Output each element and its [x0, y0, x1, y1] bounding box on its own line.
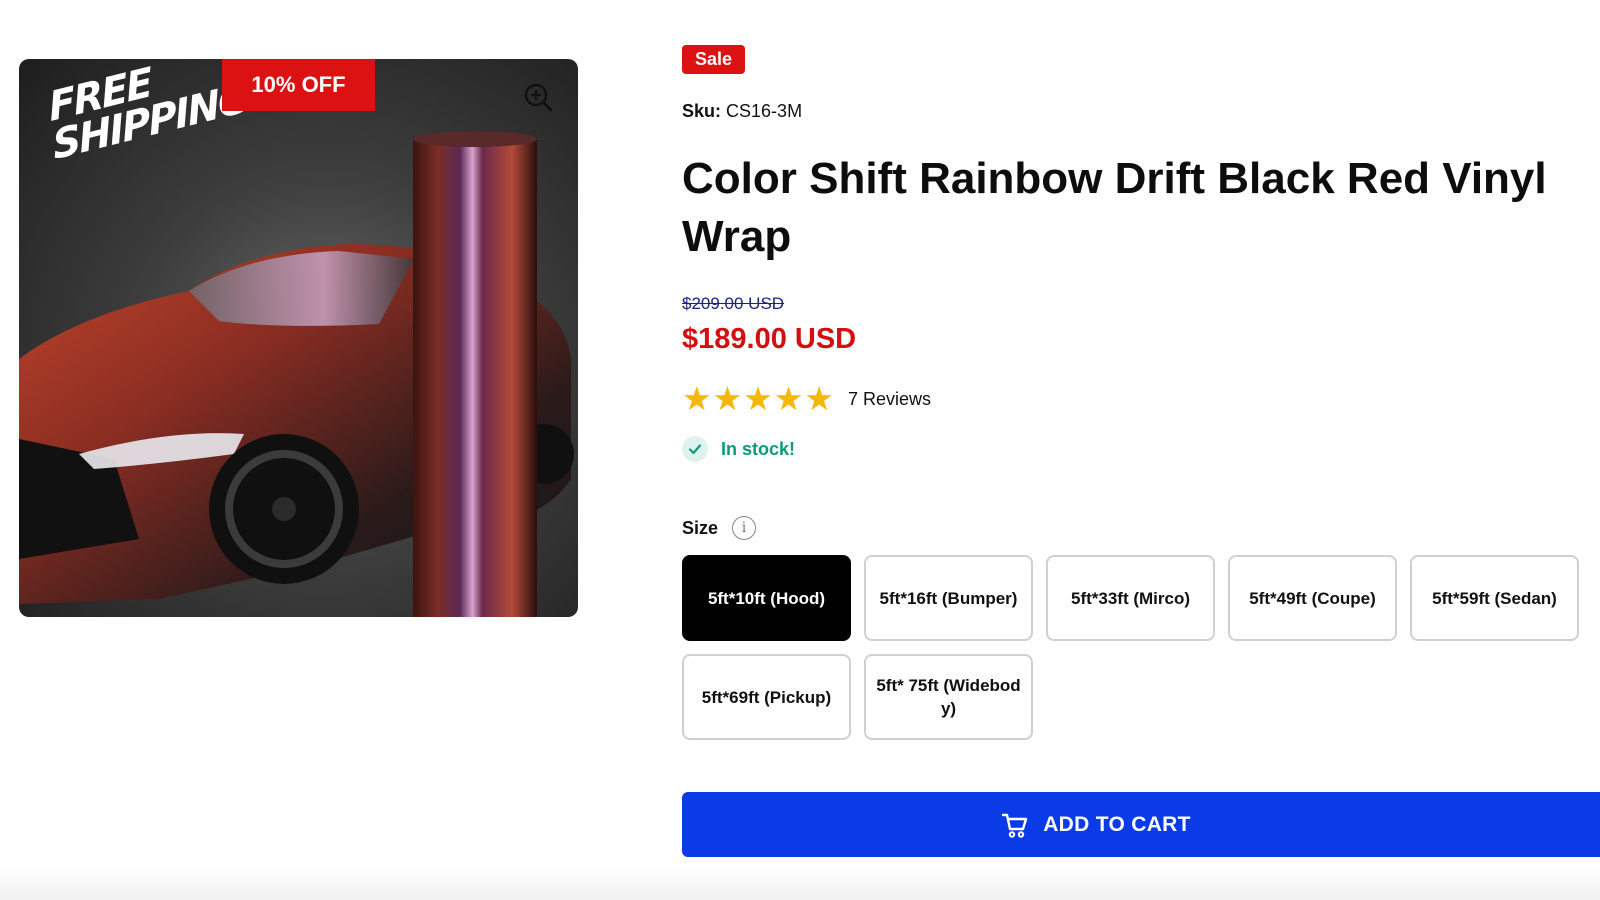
- cart-icon: [1001, 811, 1029, 839]
- size-option-pickup[interactable]: 5ft*69ft (Pickup): [682, 654, 851, 740]
- reviews-link[interactable]: 7 Reviews: [848, 389, 931, 410]
- add-to-cart-button[interactable]: ADD TO CART: [682, 792, 1600, 857]
- product-rating: ★ ★ ★ ★ ★ 7 Reviews: [682, 380, 931, 417]
- zoom-button[interactable]: [522, 81, 554, 113]
- discount-badge: 10% OFF: [222, 59, 375, 111]
- sale-price: $189.00 USD: [682, 323, 857, 355]
- size-label-row: Size i: [682, 516, 757, 540]
- star-rating: ★ ★ ★ ★ ★: [682, 380, 834, 417]
- size-option-hood[interactable]: 5ft*10ft (Hood): [682, 555, 851, 641]
- page-bottom-edge: [0, 866, 1600, 900]
- zoom-in-icon: [524, 83, 553, 112]
- star-icon: ★: [682, 380, 712, 417]
- sku-value: CS16-3M: [726, 101, 803, 121]
- add-to-cart-label: ADD TO CART: [1043, 812, 1191, 836]
- product-image[interactable]: FREE SHIPPING 10% OFF: [19, 59, 578, 617]
- sku-label: Sku:: [682, 101, 722, 121]
- star-icon: ★: [773, 380, 804, 417]
- stock-status: In stock!: [682, 436, 795, 462]
- size-option-mirco[interactable]: 5ft*33ft (Mirco): [1046, 555, 1215, 641]
- check-icon: [682, 436, 708, 462]
- car-windshield: [189, 251, 414, 326]
- sku: Sku: CS16-3M: [682, 101, 802, 122]
- compare-at-price: $209.00 USD: [682, 294, 785, 313]
- sale-badge: Sale: [682, 45, 745, 74]
- size-label: Size: [682, 517, 719, 538]
- size-option-coupe[interactable]: 5ft*49ft (Coupe): [1228, 555, 1397, 641]
- info-icon[interactable]: i: [732, 516, 757, 540]
- vinyl-roll: [413, 137, 537, 617]
- product-info: Sale Sku: CS16-3M Color Shift Rainbow Dr…: [682, 0, 1600, 900]
- size-option-bumper[interactable]: 5ft*16ft (Bumper): [864, 555, 1033, 641]
- stock-text: In stock!: [721, 438, 796, 459]
- size-option-widebody[interactable]: 5ft* 75ft (Widebody): [864, 654, 1033, 740]
- star-icon: ★: [743, 380, 773, 417]
- star-icon: ★: [712, 380, 743, 417]
- product-title: Color Shift Rainbow Drift Black Red Viny…: [682, 154, 1547, 261]
- star-icon: ★: [804, 380, 834, 417]
- size-option-sedan[interactable]: 5ft*59ft (Sedan): [1410, 555, 1579, 641]
